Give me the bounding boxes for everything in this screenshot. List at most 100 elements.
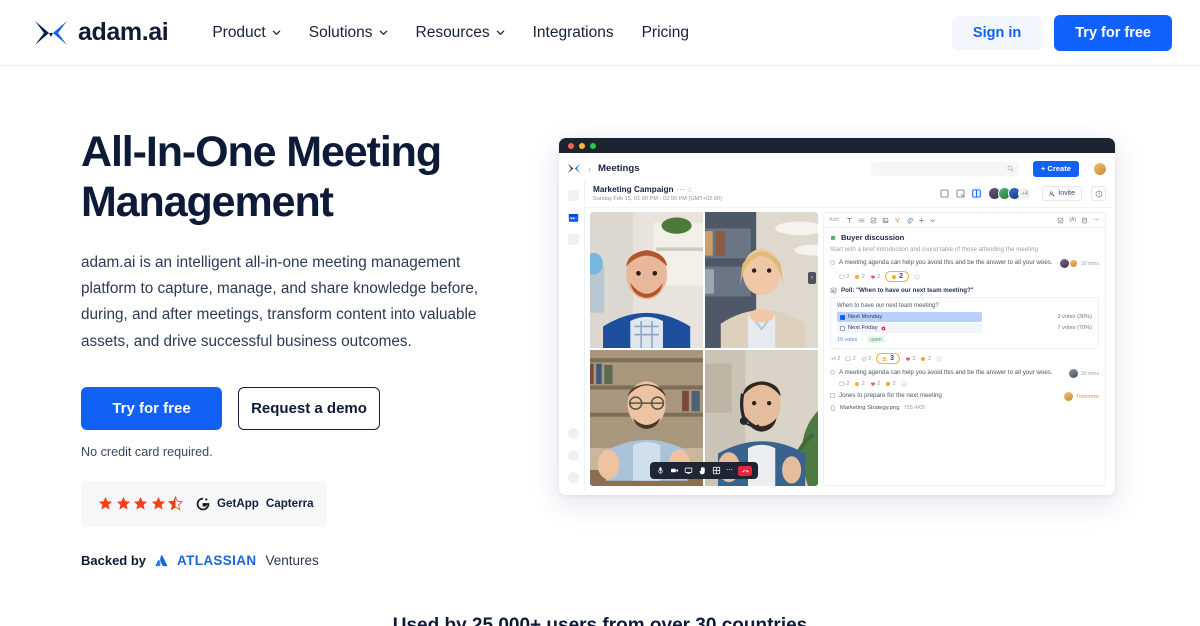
grid-layout-icon[interactable] [712, 466, 721, 475]
attendee-avatars[interactable]: +4 [991, 187, 1031, 200]
reaction-comment[interactable]: 2 [839, 274, 849, 280]
poll-header-text: Poll: "When to have our next team meetin… [841, 287, 974, 294]
clock-icon[interactable] [1091, 186, 1106, 201]
mic-icon[interactable] [656, 466, 665, 475]
chevron-left-icon[interactable]: ‹ [808, 272, 816, 284]
calendar-icon[interactable] [568, 212, 579, 223]
note-item[interactable]: A meeting agenda can help you avoid this… [830, 259, 1099, 268]
attendee-overflow-badge[interactable]: +4 [1018, 187, 1031, 200]
window-maximize-dot[interactable] [590, 143, 596, 149]
reaction-emoji[interactable]: 2 [885, 381, 895, 387]
attachment-row[interactable]: Marketing Strategy.png 755.4KB [830, 405, 1099, 411]
nav-item-resources[interactable]: Resources [416, 24, 505, 42]
reaction-highlight-pill[interactable]: 3 [876, 353, 900, 364]
checkbox-checked-icon[interactable] [840, 315, 845, 320]
nav-item-pricing[interactable]: Pricing [642, 24, 689, 42]
request-demo-button[interactable]: Request a demo [238, 387, 380, 430]
rail-placeholder-icon[interactable] [568, 234, 579, 245]
participant-tile[interactable] [590, 212, 703, 348]
star-icon [98, 496, 113, 511]
backed-by-label: Backed by [81, 553, 146, 568]
reaction-highlight-pill[interactable]: 2 [885, 271, 909, 282]
decision-icon[interactable] [894, 217, 901, 224]
reaction-comment[interactable]: 2 [839, 381, 849, 387]
poll-option-label: Next Friday [848, 325, 878, 331]
action-item-text: Jones to prepare for the next meeting [839, 392, 1057, 401]
rail-placeholder-icon[interactable] [568, 450, 579, 461]
invite-button[interactable]: Invite [1042, 186, 1082, 201]
brand-logo[interactable]: adam.ai [34, 18, 168, 47]
reaction-emoji[interactable]: 2 [920, 356, 930, 362]
participant-tile[interactable]: ‹ [705, 212, 818, 348]
list-icon[interactable] [858, 217, 865, 224]
plus-icon[interactable] [918, 217, 925, 224]
note-item-text: A meeting agenda can help you avoid this… [839, 369, 1062, 378]
call-controls-bar: ⋯ [650, 462, 758, 479]
reaction-heart[interactable]: 2 [870, 274, 880, 280]
video-call-grid[interactable]: ‹ [590, 212, 818, 486]
avatar[interactable] [1093, 162, 1107, 176]
star-outline-icon[interactable]: ☆ [687, 186, 693, 194]
sign-in-button[interactable]: Sign in [952, 16, 1042, 50]
checklist-icon[interactable] [1057, 217, 1064, 224]
image-icon[interactable] [882, 217, 889, 224]
export-icon[interactable] [1081, 217, 1088, 224]
more-icon[interactable]: ⋯ [726, 467, 733, 474]
split-view-icon[interactable] [971, 188, 982, 199]
reaction-heart[interactable]: 2 [870, 381, 880, 387]
window-minimize-dot[interactable] [579, 143, 585, 149]
rail-placeholder-icon[interactable] [568, 472, 579, 483]
chevron-down-icon[interactable] [930, 218, 935, 223]
ellipsis-icon[interactable]: ⋯ [1093, 217, 1100, 224]
camera-icon[interactable] [670, 466, 679, 475]
avatar[interactable] [1069, 259, 1078, 268]
attachment-icon[interactable] [906, 217, 913, 224]
try-for-free-button-nav[interactable]: Try for free [1054, 15, 1172, 51]
add-reaction-icon[interactable] [936, 356, 942, 362]
meeting-notes-panel: Add: [823, 212, 1106, 486]
poll-option[interactable]: Next Monday 3 votes (30%) [837, 313, 1092, 321]
window-close-dot[interactable] [568, 143, 574, 149]
assignee-icon[interactable]: (A) [1069, 217, 1076, 223]
reaction-heart[interactable]: 2 [905, 356, 915, 362]
rail-placeholder-icon[interactable] [568, 190, 579, 201]
radio-icon[interactable] [830, 370, 835, 375]
nav-item-solutions[interactable]: Solutions [309, 24, 388, 42]
avatar[interactable] [1060, 259, 1069, 268]
raise-hand-icon[interactable] [698, 466, 707, 475]
poll-question: When to have our next team meeting? [837, 303, 1092, 309]
text-icon[interactable] [846, 217, 853, 224]
nav-item-integrations[interactable]: Integrations [533, 24, 614, 42]
card-view-icon[interactable] [939, 188, 950, 199]
reaction-count: 2 [847, 381, 850, 387]
radio-icon[interactable] [830, 260, 835, 265]
note-item[interactable]: A meeting agenda can help you avoid this… [830, 369, 1099, 378]
create-button[interactable]: + Create [1033, 161, 1079, 177]
reaction-link[interactable]: 2 [830, 356, 840, 362]
note-item-meta: 30 mins [1060, 259, 1099, 268]
end-call-icon[interactable] [738, 466, 752, 476]
reaction-hand[interactable]: 2 [854, 381, 864, 387]
task-icon[interactable] [870, 217, 877, 224]
ellipsis-icon[interactable]: ⋯ [677, 185, 685, 194]
grid-view-icon[interactable] [955, 188, 966, 199]
reaction-tag[interactable]: 2 [861, 356, 871, 362]
reaction-hand[interactable]: 2 [854, 274, 864, 280]
action-item[interactable]: Jones to prepare for the next meeting To… [830, 392, 1099, 401]
add-reaction-icon[interactable] [914, 274, 920, 280]
reaction-count: 2 [838, 356, 841, 362]
rail-placeholder-icon[interactable] [568, 428, 579, 439]
avatar[interactable] [1069, 369, 1078, 378]
search-input[interactable] [871, 162, 1019, 176]
checkbox-icon[interactable] [830, 393, 835, 398]
mockup-body: › Meetings + Create [559, 153, 1115, 495]
nav-item-product[interactable]: Product [212, 24, 280, 42]
checkbox-icon[interactable] [840, 326, 845, 331]
poll-option[interactable]: Next Friday 7 votes (70%) [837, 324, 1092, 332]
add-reaction-icon[interactable] [901, 381, 907, 387]
reaction-count: 2 [913, 356, 916, 362]
try-for-free-button-hero[interactable]: Try for free [81, 387, 222, 430]
screen-share-icon[interactable] [684, 466, 693, 475]
reaction-comment[interactable]: 2 [845, 356, 855, 362]
avatar[interactable] [1064, 392, 1073, 401]
